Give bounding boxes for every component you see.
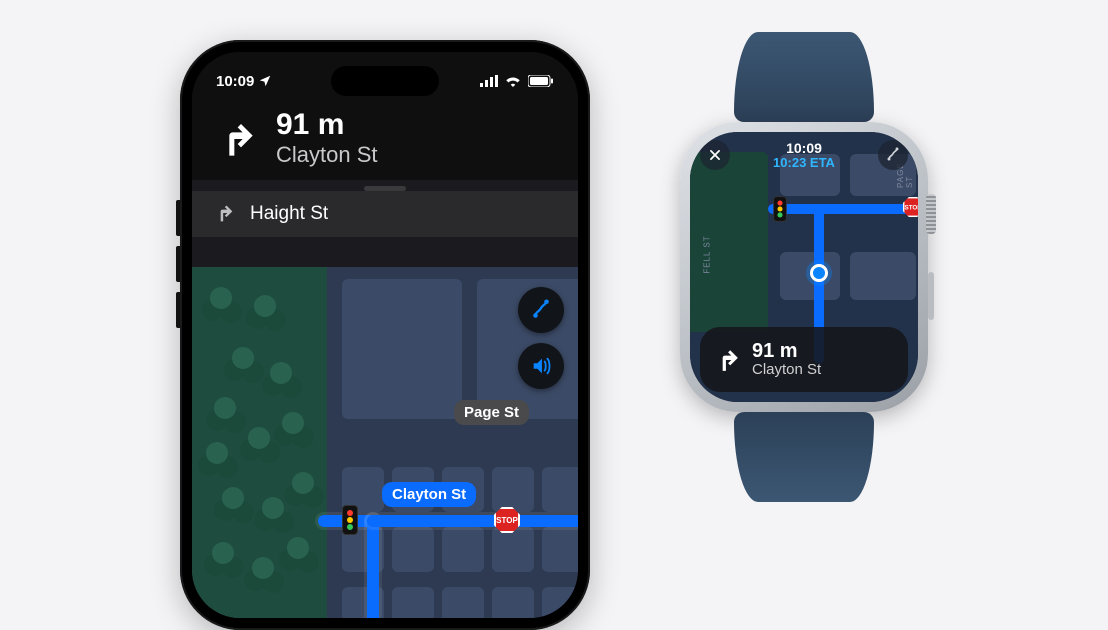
direction-street: Clayton St [276, 142, 378, 168]
stop-sign-icon: STOP [903, 197, 918, 217]
traffic-light-icon [342, 505, 358, 535]
close-button[interactable] [700, 140, 730, 170]
audio-button[interactable] [518, 343, 564, 389]
watch-crown[interactable] [926, 194, 936, 234]
route-segment [367, 515, 379, 618]
map-street-label: FELL ST [703, 235, 712, 273]
current-location-dot [810, 264, 828, 282]
turn-right-icon [214, 203, 236, 225]
next-turn-street: Haight St [250, 203, 328, 225]
status-time: 10:09 [216, 73, 254, 90]
map-label-cross-street: Page St [454, 400, 529, 425]
watch-device: STOP FELL ST PAGE ST 10:09 10:23 ETA [680, 32, 928, 502]
dynamic-island [331, 66, 439, 96]
map-background: STOP Clayton St Page St [192, 267, 578, 618]
route-overview-button[interactable] [878, 140, 908, 170]
cellular-icon [480, 75, 498, 87]
watch-side-button[interactable] [928, 272, 934, 320]
route-overview-button[interactable] [518, 287, 564, 333]
iphone-device: 10:09 91 m [180, 40, 590, 630]
wifi-icon [504, 75, 522, 87]
watch-screen: STOP FELL ST PAGE ST 10:09 10:23 ETA [690, 132, 918, 402]
route-segment [367, 515, 578, 527]
direction-street: Clayton St [752, 361, 821, 378]
watch-status-bar: 10:09 10:23 ETA [690, 140, 918, 171]
watch-direction-banner[interactable]: 91 m Clayton St [700, 327, 908, 392]
watch-eta: 10:23 ETA [773, 156, 835, 171]
traffic-light-icon [773, 196, 787, 222]
turn-right-icon [714, 347, 740, 373]
battery-icon [528, 75, 554, 87]
watch-band [734, 412, 874, 502]
route-segment [768, 204, 918, 214]
direction-distance: 91 m [752, 341, 821, 361]
map-view[interactable]: STOP Clayton St Page St [192, 267, 578, 618]
watch-case: STOP FELL ST PAGE ST 10:09 10:23 ETA [680, 122, 928, 412]
turn-right-icon [214, 117, 258, 161]
watch-time: 10:09 [773, 140, 835, 156]
direction-distance: 91 m [276, 110, 378, 140]
next-turn-row[interactable]: Haight St [192, 191, 578, 237]
iphone-screen: 10:09 91 m [192, 52, 578, 618]
location-icon [258, 74, 272, 88]
watch-band [734, 32, 874, 122]
map-label-route-street: Clayton St [382, 482, 476, 507]
